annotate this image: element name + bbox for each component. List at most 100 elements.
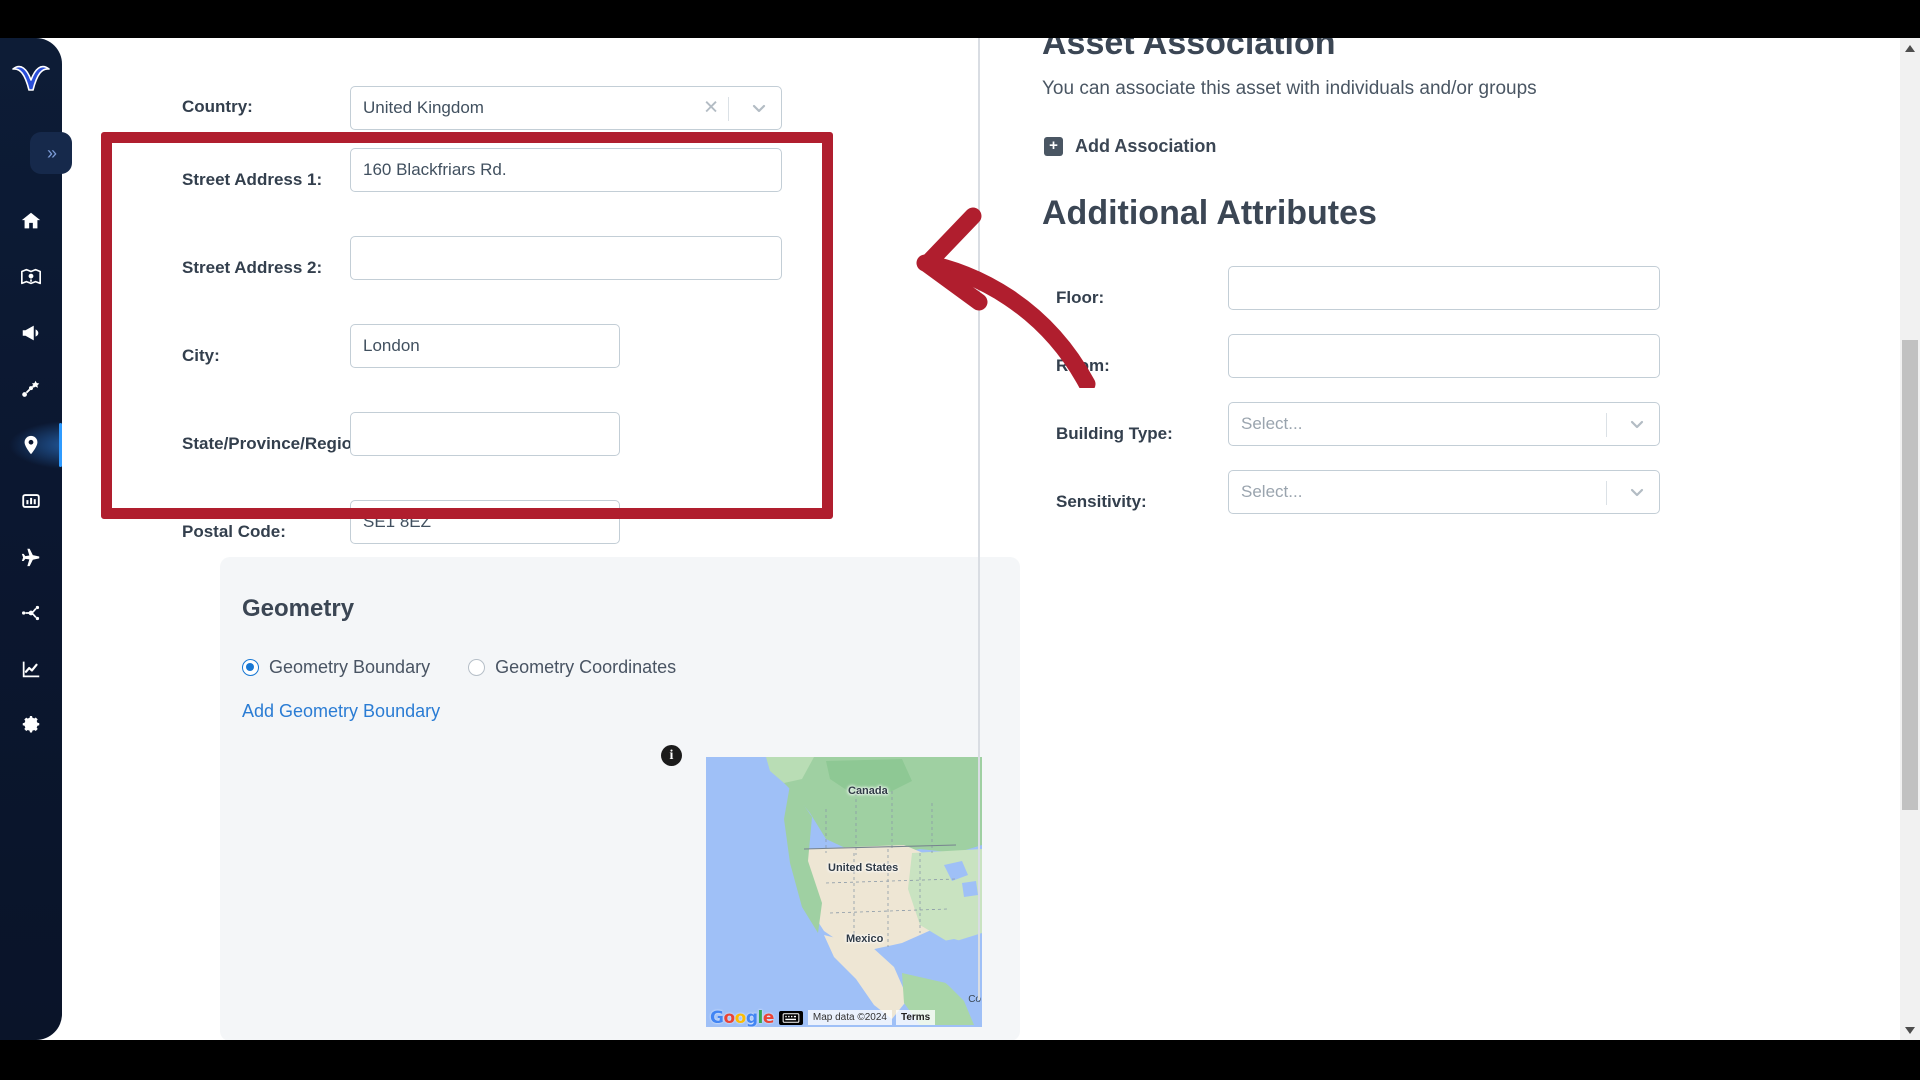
street-address-2-label: Street Address 2: [182, 258, 323, 277]
asset-association-subtitle: You can associate this asset with indivi… [1042, 78, 1537, 99]
floor-input[interactable] [1228, 266, 1660, 310]
room-label: Room: [1056, 356, 1110, 375]
chevron-down-icon[interactable] [1629, 416, 1645, 432]
street-address-1-field-wrap: 160 Blackfriars Rd. [350, 148, 782, 192]
info-icon[interactable]: i [661, 745, 682, 766]
megaphone-icon [22, 325, 39, 341]
close-x-icon[interactable]: ✕ [703, 99, 719, 118]
country-label: Country: [182, 97, 253, 116]
postal-code-input[interactable]: SE1 8EZ [350, 500, 620, 544]
sidebar-items [0, 193, 62, 753]
add-association-label: Add Association [1075, 136, 1217, 156]
scrollbar-thumb[interactable] [1902, 340, 1918, 810]
google-logo[interactable]: Google [706, 1008, 774, 1028]
app-viewport: » Country: United Kingdom ✕ Street Addre… [0, 38, 1920, 1040]
airplane-icon [21, 548, 40, 567]
letterbox-bottom [0, 1040, 1920, 1080]
chevron-down-icon[interactable] [1629, 484, 1645, 500]
column-divider [978, 38, 980, 1000]
bird-logo-icon[interactable] [10, 60, 52, 98]
geometry-radio-group: Geometry Boundary Geometry Coordinates [242, 657, 676, 678]
additional-attributes-title: Additional Attributes [1042, 194, 1377, 232]
room-input[interactable] [1228, 334, 1660, 378]
sidebar-item-broadcast[interactable] [0, 305, 62, 361]
building-type-field-wrap: Select... [1228, 402, 1660, 446]
building-type-select[interactable]: Select... [1228, 402, 1660, 446]
floor-label: Floor: [1056, 288, 1105, 307]
country-select[interactable]: United Kingdom ✕ [350, 86, 782, 130]
sidebar-item-home[interactable] [0, 193, 62, 249]
gear-icon [22, 716, 40, 733]
street-address-1-input[interactable]: 160 Blackfriars Rd. [350, 148, 782, 192]
main-content: Country: United Kingdom ✕ Street Address… [62, 38, 1900, 1040]
select-divider [1606, 481, 1607, 505]
state-province-region-input[interactable] [350, 412, 620, 456]
sensitivity-placeholder: Select... [1241, 482, 1303, 501]
geometry-title: Geometry [242, 595, 355, 622]
route-icon [22, 380, 40, 397]
building-type-label: Building Type: [1056, 424, 1173, 443]
letterbox-top [0, 0, 1920, 38]
map-data-attribution: Map data ©2024 [807, 1010, 892, 1025]
street-address-1-label: Street Address 1: [182, 170, 323, 189]
keyboard-icon[interactable] [778, 1010, 803, 1025]
sidebar-item-network[interactable] [0, 585, 62, 641]
map-landmass [766, 757, 982, 1025]
map-terms-link[interactable]: Terms [895, 1010, 936, 1025]
sidebar-item-map[interactable] [0, 249, 62, 305]
geometry-card: Geometry Geometry Boundary Geometry Coor… [220, 557, 1020, 1040]
sidebar-item-routes[interactable] [0, 361, 62, 417]
add-association-button[interactable]: + Add Association [1044, 136, 1216, 157]
network-icon [22, 605, 40, 621]
home-icon [21, 212, 41, 229]
scroll-down-arrow-icon[interactable] [1900, 1020, 1920, 1040]
double-chevron-right-icon: » [46, 142, 57, 163]
address-column: Country: United Kingdom ✕ Street Address… [110, 38, 1020, 1040]
sidebar-item-locations[interactable] [0, 417, 62, 473]
sidebar-item-analytics[interactable] [0, 641, 62, 697]
asset-association-title: Asset Association [1042, 38, 1336, 62]
screen-root: » Country: United Kingdom ✕ Street Addre… [0, 0, 1920, 1080]
map-label-mexico: Mexico [846, 933, 884, 945]
city-label: City: [182, 346, 220, 365]
postal-code-label: Postal Code: [182, 522, 286, 541]
map-attribution-bar: Google Map data ©2024 Terms [706, 1008, 982, 1027]
geometry-coordinates-label[interactable]: Geometry Coordinates [495, 657, 676, 678]
street-address-2-input[interactable] [350, 236, 782, 280]
line-chart-icon [22, 661, 40, 678]
select-divider [1606, 413, 1607, 437]
sidebar-item-settings[interactable] [0, 697, 62, 753]
street-address-2-field-wrap [350, 236, 782, 280]
location-pin-icon [24, 435, 38, 455]
sidebar-item-flights[interactable] [0, 529, 62, 585]
map-label-canada: Canada [848, 785, 888, 797]
map-pin-icon [21, 268, 41, 285]
attributes-column: Asset Association You can associate this… [1042, 38, 1802, 1040]
country-row: Country: United Kingdom ✕ [182, 86, 782, 130]
sidebar-item-reports[interactable] [0, 473, 62, 529]
select-divider [728, 97, 729, 121]
geometry-boundary-radio[interactable] [242, 659, 259, 676]
geometry-coordinates-radio[interactable] [468, 659, 486, 676]
room-field-wrap [1228, 334, 1660, 378]
postal-code-field-wrap: SE1 8EZ [350, 500, 620, 544]
map-label-united-states: United States [828, 862, 899, 874]
country-value: United Kingdom [363, 98, 484, 117]
building-type-placeholder: Select... [1241, 414, 1303, 433]
sensitivity-label: Sensitivity: [1056, 492, 1147, 511]
expand-sidebar-button[interactable]: » [30, 132, 72, 174]
state-province-region-field-wrap [350, 412, 620, 456]
plus-square-icon: + [1044, 137, 1063, 156]
state-province-region-label: State/Province/Regio [182, 434, 353, 453]
sensitivity-select[interactable]: Select... [1228, 470, 1660, 514]
city-input[interactable]: London [350, 324, 620, 368]
page-scrollbar[interactable] [1900, 38, 1920, 1040]
sensitivity-field-wrap: Select... [1228, 470, 1660, 514]
add-geometry-boundary-link[interactable]: Add Geometry Boundary [242, 701, 440, 722]
map-thumbnail[interactable]: Canada United States Mexico Co Google Ma… [706, 757, 982, 1027]
sidebar-nav: » [0, 38, 72, 1040]
scroll-up-arrow-icon[interactable] [1900, 38, 1920, 58]
chart-card-icon [22, 494, 40, 508]
geometry-boundary-label[interactable]: Geometry Boundary [269, 657, 430, 678]
chevron-down-icon[interactable] [751, 100, 767, 116]
